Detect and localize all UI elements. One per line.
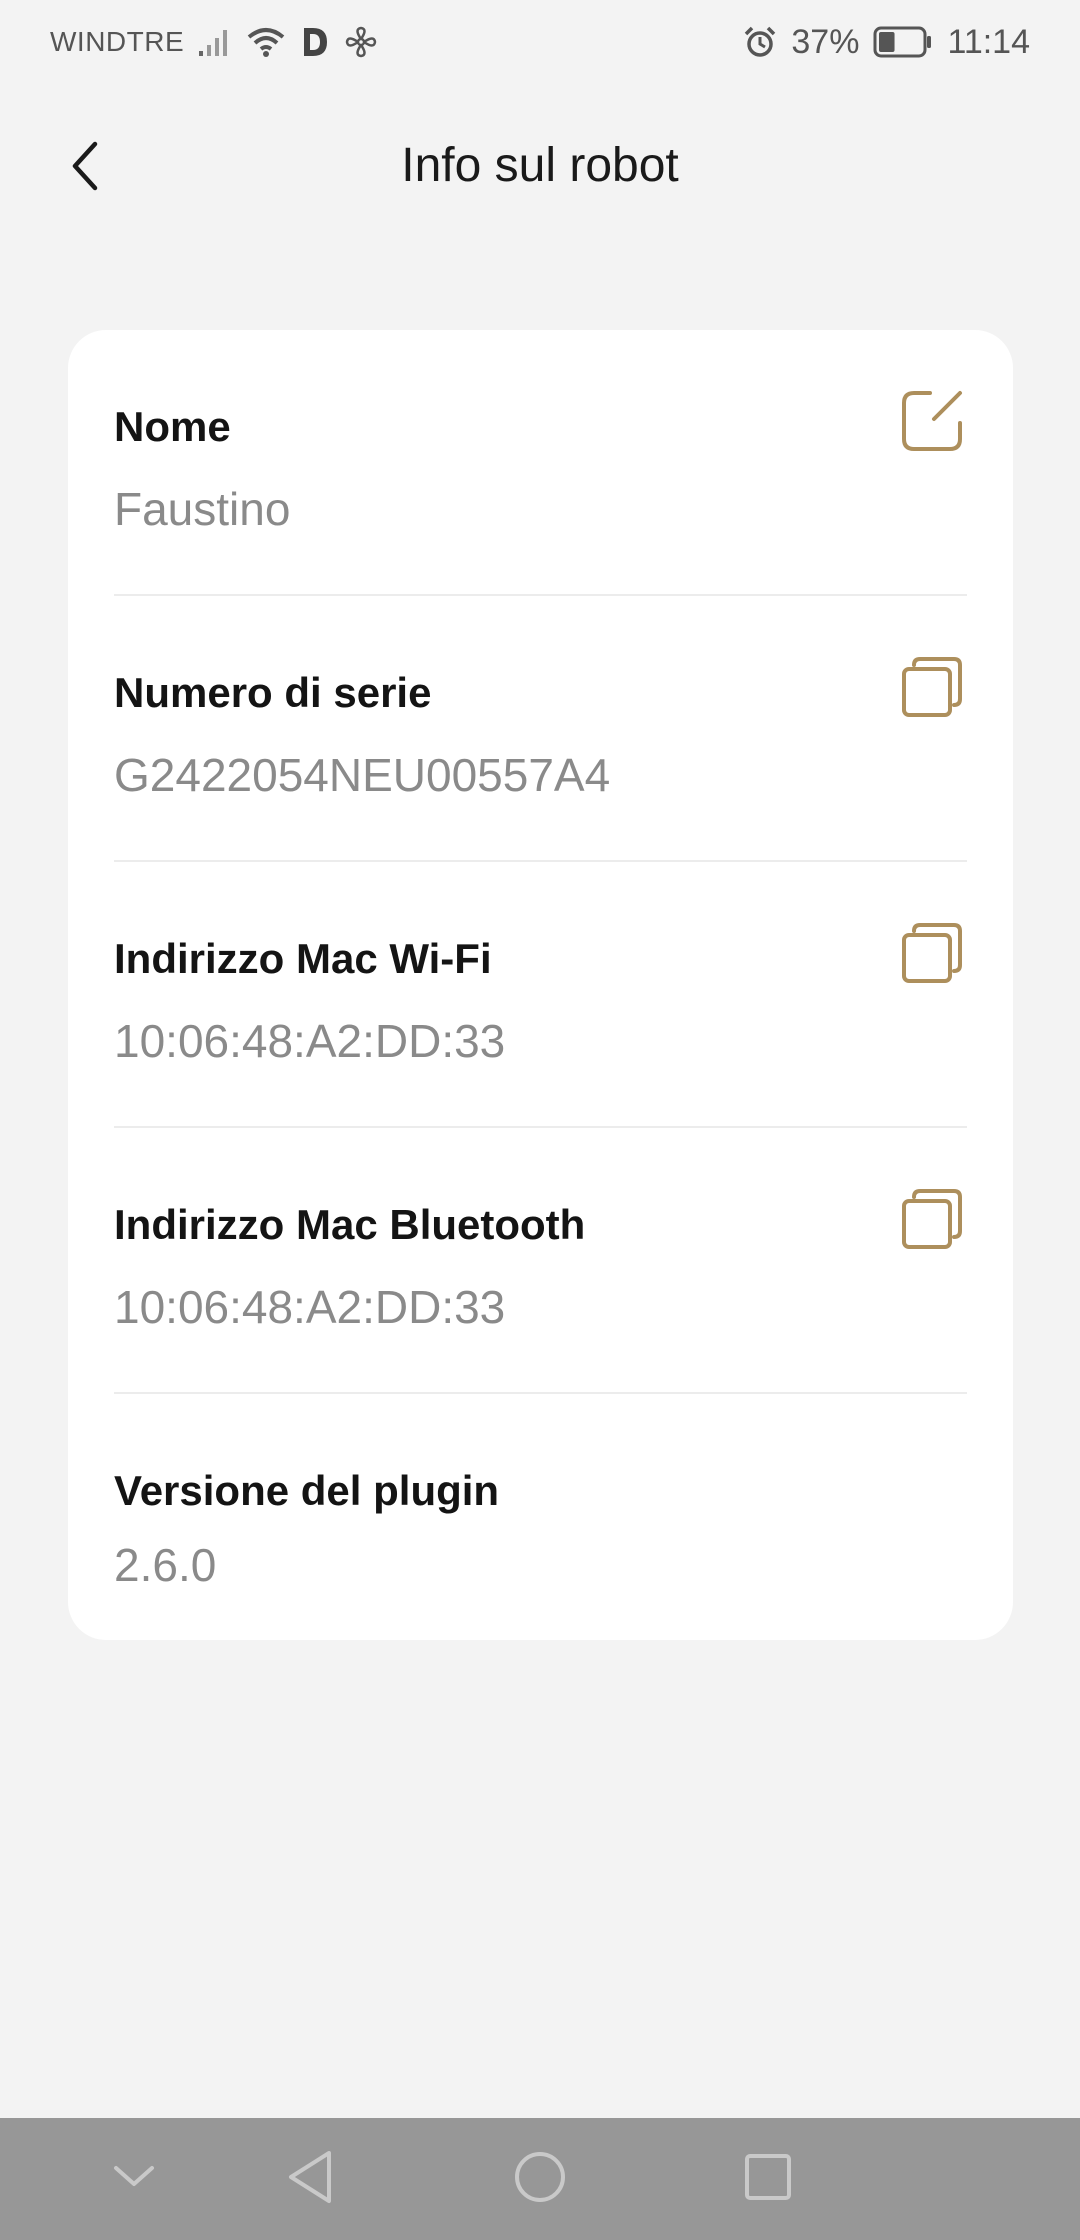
info-row-bluetooth-mac: Indirizzo Mac Bluetooth 10:06:48:A2:DD:3…	[114, 1128, 967, 1394]
wifi-icon	[246, 25, 286, 59]
edit-name-button[interactable]	[897, 388, 967, 458]
fan-icon	[344, 25, 378, 59]
row-label: Nome	[114, 403, 231, 450]
row-label: Indirizzo Mac Bluetooth	[114, 1201, 586, 1248]
signal-icon	[198, 27, 232, 57]
nav-back-button[interactable]	[280, 2149, 340, 2209]
nav-home-button[interactable]	[510, 2149, 570, 2209]
copy-wifi-mac-button[interactable]	[897, 920, 967, 990]
copy-bluetooth-mac-button[interactable]	[897, 1186, 967, 1256]
info-row-serial: Numero di serie G2422054NEU00557A4	[114, 596, 967, 862]
app-header: Info sul robot	[0, 110, 1080, 220]
copy-icon	[900, 1187, 964, 1256]
status-bar-right: 37% 11:14	[743, 23, 1030, 62]
system-nav-bar	[0, 2118, 1080, 2240]
circle-home-icon	[512, 2149, 568, 2210]
info-row-name: Nome Faustino	[114, 330, 967, 596]
copy-icon	[900, 921, 964, 990]
row-value: G2422054NEU00557A4	[114, 749, 611, 802]
status-bar-left: WINDTRE	[50, 25, 378, 59]
back-button[interactable]	[55, 138, 115, 198]
row-value: 10:06:48:A2:DD:33	[114, 1281, 506, 1334]
row-label: Indirizzo Mac Wi-Fi	[114, 935, 492, 982]
copy-serial-button[interactable]	[897, 654, 967, 724]
row-label: Numero di serie	[114, 669, 432, 716]
square-recents-icon	[742, 2151, 794, 2208]
carrier-name: WINDTRE	[50, 26, 185, 57]
info-row-wifi-mac: Indirizzo Mac Wi-Fi 10:06:48:A2:DD:33	[114, 862, 967, 1128]
triangle-back-icon	[285, 2149, 335, 2210]
battery-icon	[873, 25, 933, 59]
chevron-left-icon	[67, 140, 103, 197]
robot-info-card: Nome Faustino Numero di serie G2422054NE…	[68, 330, 1013, 1640]
nav-recents-button[interactable]	[738, 2149, 798, 2209]
copy-icon	[900, 655, 964, 724]
status-bar: WINDTRE 37% 11:14	[0, 0, 1080, 84]
alarm-icon	[743, 25, 777, 59]
battery-percent: 37%	[791, 22, 860, 61]
d-app-icon	[300, 25, 330, 59]
hide-nav-button[interactable]	[104, 2149, 164, 2209]
chevron-down-icon	[112, 2162, 156, 2197]
row-label: Versione del plugin	[114, 1467, 500, 1514]
page-title: Info sul robot	[401, 138, 679, 192]
info-row-plugin-version: Versione del plugin 2.6.0	[114, 1394, 967, 1644]
row-value: Faustino	[114, 483, 291, 536]
edit-icon	[900, 389, 964, 458]
clock: 11:14	[947, 22, 1030, 61]
row-value: 10:06:48:A2:DD:33	[114, 1015, 506, 1068]
row-value: 2.6.0	[114, 1539, 217, 1592]
